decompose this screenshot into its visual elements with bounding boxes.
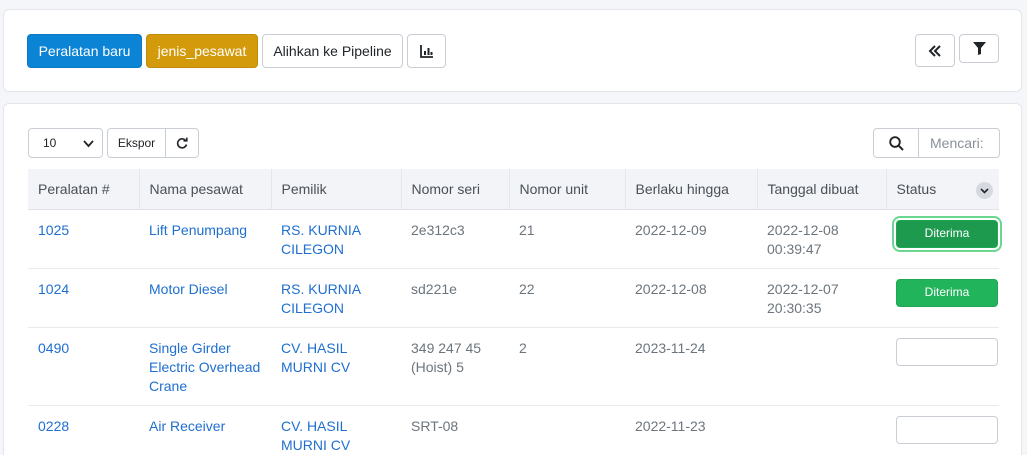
valid-until-cell: 2022-12-08 <box>625 268 757 328</box>
unit-cell: 2 <box>509 327 625 406</box>
unit-cell: 21 <box>509 209 625 269</box>
equipment-id-link[interactable]: 1025 <box>38 222 69 238</box>
serial-cell: 349 247 45 (Hoist) 5 <box>401 327 509 406</box>
valid-until-cell: 2023-11-24 <box>625 327 757 406</box>
refresh-button[interactable] <box>165 128 199 158</box>
unit-cell <box>509 405 625 455</box>
owner-link[interactable]: RS. KURNIA CILEGON <box>281 281 360 316</box>
unit-cell: 22 <box>509 268 625 328</box>
status-badge[interactable] <box>896 337 998 366</box>
serial-cell: 2e312c3 <box>401 209 509 269</box>
export-button[interactable]: Ekspor <box>107 128 166 158</box>
col-header-equipment[interactable]: Peralatan # <box>28 169 140 210</box>
status-badge[interactable]: Diterima <box>896 219 998 248</box>
col-header-status-label: Status <box>896 180 937 197</box>
chevron-down-icon <box>980 188 989 194</box>
equipment-table: Peralatan # Nama pesawat Pemilik Nomor s… <box>28 169 999 455</box>
status-dropdown-toggle[interactable] <box>976 182 993 199</box>
collapse-button[interactable] <box>915 34 955 67</box>
filter-icon <box>972 42 986 55</box>
serial-cell: SRT-08 <box>401 405 509 455</box>
aircraft-name-link[interactable]: Air Receiver <box>149 418 225 434</box>
table-row: 0228 Air Receiver CV. HASIL MURNI CV SRT… <box>28 405 999 455</box>
col-header-created[interactable]: Tanggal dibuat <box>757 169 887 210</box>
new-equipment-button[interactable]: Peralatan baru <box>27 34 142 68</box>
page-size-value: 10 <box>43 136 57 150</box>
search-icon <box>888 135 904 151</box>
created-cell: 2022-12-08 00:39:47 <box>757 209 886 269</box>
col-header-serial[interactable]: Nomor seri <box>401 169 510 210</box>
equipment-id-link[interactable]: 0228 <box>38 418 69 434</box>
toolbar-card: Peralatan baru jenis_pesawat Alihkan ke … <box>3 9 1022 92</box>
bar-chart-icon <box>419 45 433 58</box>
chevron-down-icon <box>83 140 94 148</box>
col-header-unit[interactable]: Nomor unit <box>509 169 626 210</box>
aircraft-name-link[interactable]: Single Girder Electric Overhead Crane <box>149 340 260 394</box>
col-header-aircraft-name[interactable]: Nama pesawat <box>139 169 272 210</box>
table-header-row: Peralatan # Nama pesawat Pemilik Nomor s… <box>28 169 999 210</box>
owner-link[interactable]: CV. HASIL MURNI CV <box>281 340 350 375</box>
status-badge[interactable] <box>896 415 998 444</box>
col-header-status[interactable]: Status <box>886 169 999 210</box>
table-card: 10 Ekspor Peralatan # Nama pesawat Pemil… <box>3 103 1022 455</box>
aircraft-name-link[interactable]: Motor Diesel <box>149 281 228 297</box>
owner-link[interactable]: RS. KURNIA CILEGON <box>281 222 360 257</box>
created-cell: 2022-12-07 20:30:35 <box>757 268 886 328</box>
created-cell <box>757 405 886 455</box>
col-header-valid-until[interactable]: Berlaku hingga <box>625 169 758 210</box>
chart-button[interactable] <box>407 34 446 68</box>
equipment-id-link[interactable]: 1024 <box>38 281 69 297</box>
search-input[interactable] <box>918 128 1000 158</box>
created-cell <box>757 327 886 406</box>
double-chevron-left-icon <box>928 44 941 57</box>
equipment-id-link[interactable]: 0490 <box>38 340 69 356</box>
owner-link[interactable]: CV. HASIL MURNI CV <box>281 418 350 453</box>
refresh-icon <box>176 137 188 149</box>
filter-button[interactable] <box>959 34 999 63</box>
table-row: 1025 Lift Penumpang RS. KURNIA CILEGON 2… <box>28 209 999 269</box>
valid-until-cell: 2022-12-09 <box>625 209 757 269</box>
aircraft-type-button[interactable]: jenis_pesawat <box>146 34 258 68</box>
aircraft-name-link[interactable]: Lift Penumpang <box>149 222 247 238</box>
page-size-select[interactable]: 10 <box>28 128 103 158</box>
col-header-owner[interactable]: Pemilik <box>271 169 402 210</box>
serial-cell: sd221e <box>401 268 509 328</box>
valid-until-cell: 2022-11-23 <box>625 405 757 455</box>
status-badge[interactable]: Diterima <box>896 278 998 307</box>
table-row: 1024 Motor Diesel RS. KURNIA CILEGON sd2… <box>28 268 999 328</box>
switch-to-pipeline-button[interactable]: Alihkan ke Pipeline <box>262 34 403 68</box>
search-button[interactable] <box>873 128 919 158</box>
table-row: 0490 Single Girder Electric Overhead Cra… <box>28 327 999 406</box>
